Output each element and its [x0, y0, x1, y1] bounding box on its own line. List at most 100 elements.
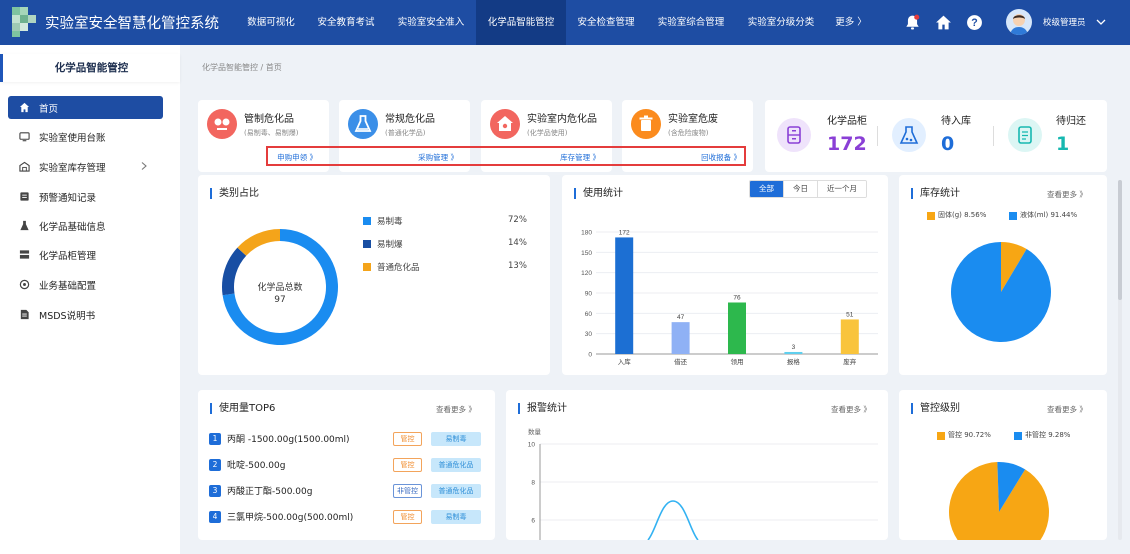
nav-safety-check[interactable]: 安全检查管理: [566, 0, 646, 45]
tab-month[interactable]: 近一个月: [817, 181, 866, 197]
legend-swatch: [363, 263, 371, 271]
stat-label: 化学品柜: [827, 116, 867, 127]
chemical-name: 三氯甲烷-500.00g(500.00ml): [227, 513, 354, 523]
legend-item: 管控 90.72%: [937, 430, 991, 440]
sidebar-item-inventory[interactable]: 实验室库存管理: [8, 155, 163, 178]
category-subtitle: (化学品使用): [527, 129, 568, 137]
stock-stats-panel: 库存统计 查看更多 》 固体(g) 8.56% 液体(ml) 91.44%: [899, 175, 1107, 375]
stock-pie-chart: [951, 242, 1051, 342]
control-level-tag: 管控: [393, 510, 422, 524]
scrollbar[interactable]: [1117, 180, 1123, 540]
sidebar-item-msds[interactable]: MSDS说明书: [8, 303, 163, 326]
avatar[interactable]: [1006, 9, 1032, 35]
legend-item: 易制毒: [363, 215, 403, 227]
bell-icon[interactable]: [904, 14, 921, 31]
sidebar-item-alerts[interactable]: 预警通知记录: [8, 185, 163, 208]
line-chart: 46810: [528, 442, 878, 540]
legend-item: 液体(ml) 91.44%: [1009, 210, 1077, 220]
x-tick-label: 借还: [674, 357, 688, 366]
list-item[interactable]: 1 丙酮 -1500.00g(1500.00ml) 管控 易制毒: [209, 431, 499, 449]
bar-报格: [784, 351, 803, 354]
category-title: 实验室内危化品: [527, 114, 597, 125]
stat-value: 1: [1056, 133, 1070, 155]
tab-all[interactable]: 全部: [750, 181, 783, 197]
top-nav-bar: 实验室安全智慧化管控系统 数据可视化 安全教育考试 实验室安全准入 化学品智能管…: [0, 0, 1130, 45]
sidebar: 化学品智能管控 首页 实验室使用台账 实验室库存管理 预警通知记录 化学品基础信…: [0, 45, 180, 554]
chemical-name: 丙酮 -1500.00g(1500.00ml): [227, 435, 350, 445]
sidebar-item-usage-ledger[interactable]: 实验室使用台账: [8, 125, 163, 148]
nav-lab-access[interactable]: 实验室安全准入: [386, 0, 476, 45]
monitor-icon: [19, 132, 30, 142]
sidebar-item-config[interactable]: 业务基础配置: [8, 273, 163, 296]
app-title: 实验室安全智慧化管控系统: [45, 16, 219, 32]
flask-icon: [20, 220, 29, 231]
sidebar-item-label: MSDS说明书: [39, 310, 96, 322]
bar-value-label: 47: [677, 314, 685, 321]
chevron-down-icon[interactable]: [1095, 16, 1107, 28]
chemical-type-tag: 易制毒: [431, 510, 481, 524]
sidebar-item-cabinet[interactable]: 化学品柜管理: [8, 243, 163, 266]
list-item[interactable]: 3 丙酸正丁酯-500.00g 非管控 普通危化品: [209, 483, 499, 501]
category-subtitle: (普通化学品): [385, 129, 426, 137]
control-level-tag: 管控: [393, 458, 422, 472]
help-icon[interactable]: ?: [966, 14, 983, 31]
bar-chart: 0 30 60 90 120 150 180 172 入库 47 借还 76 领用 3 报格 51 废弃: [581, 229, 878, 366]
x-tick-label: 报格: [787, 357, 801, 366]
bar-value-label: 51: [846, 311, 854, 318]
category-subtitle: (易制毒、易制爆): [244, 129, 299, 137]
view-more-link[interactable]: 查看更多 》: [831, 404, 871, 415]
x-tick-label: 废弃: [843, 357, 857, 366]
cabinet-icon: [777, 118, 811, 152]
view-more-link[interactable]: 查看更多 》: [1047, 404, 1087, 415]
y-tick-label: 30: [585, 331, 593, 338]
y-tick-label: 60: [585, 311, 593, 318]
trash-icon: [631, 109, 661, 139]
bar-value-label: 76: [733, 294, 741, 301]
category-title: 实验室危废: [668, 114, 718, 125]
list-item[interactable]: 4 三氯甲烷-500.00g(500.00ml) 管控 易制毒: [209, 509, 499, 527]
bar-领用: [728, 302, 746, 354]
sidebar-item-label: 化学品柜管理: [39, 250, 97, 262]
legend-swatch: [1009, 212, 1017, 220]
nav-more[interactable]: 更多 〉: [826, 0, 876, 45]
panel-title: 使用统计: [574, 188, 623, 199]
user-name[interactable]: 校级管理员: [1043, 16, 1086, 28]
sidebar-item-label: 实验室使用台账: [39, 132, 106, 144]
category-ratio-panel: 类别占比 化学品总数 97 易制毒 72% 易制爆 14% 普通危化品 13%: [198, 175, 550, 375]
chemical-type-tag: 普通危化品: [431, 484, 481, 498]
y-tick-label: 150: [581, 250, 592, 257]
category-title: 管制危化品: [244, 114, 294, 125]
sidebar-item-label: 首页: [39, 103, 59, 115]
legend-value: 72%: [508, 215, 527, 225]
view-more-link[interactable]: 查看更多 》: [1047, 189, 1087, 200]
sidebar-item-home[interactable]: 首页: [8, 96, 163, 119]
legend-swatch: [927, 212, 935, 220]
bar-借还: [671, 322, 690, 354]
panel-title: 管控级别: [911, 403, 960, 414]
logo-icon: [12, 7, 36, 37]
x-tick-label: 领用: [731, 357, 744, 366]
chemical-name: 吡啶-500.00g: [227, 461, 286, 471]
nav-lab-manage[interactable]: 实验室综合管理: [646, 0, 736, 45]
x-tick-label: 入库: [618, 357, 632, 366]
sidebar-header: 化学品智能管控: [0, 54, 180, 82]
list-item[interactable]: 2 吡啶-500.00g 管控 普通危化品: [209, 457, 499, 475]
sidebar-item-chem-info[interactable]: 化学品基础信息: [8, 214, 163, 237]
bar-value-label: 172: [619, 229, 630, 236]
legend-item: 易制爆: [363, 238, 403, 250]
panel-title: 库存统计: [911, 188, 960, 199]
nav-lab-classify[interactable]: 实验室分级分类: [736, 0, 826, 45]
legend-swatch: [363, 217, 371, 225]
legend-item: 固体(g) 8.56%: [927, 210, 986, 220]
legend-swatch: [363, 240, 371, 248]
breadcrumb[interactable]: 化学品智能管控 / 首页: [202, 62, 282, 73]
home-icon[interactable]: [935, 14, 952, 31]
view-more-link[interactable]: 查看更多 》: [436, 404, 476, 415]
tab-today[interactable]: 今日: [783, 181, 817, 197]
nav-data-visual[interactable]: 数据可视化: [236, 0, 306, 45]
legend-swatch: [937, 432, 945, 440]
sidebar-item-label: 业务基础配置: [39, 280, 97, 292]
nav-chem-control[interactable]: 化学品智能管控: [476, 0, 566, 45]
y-tick-label: 120: [581, 270, 592, 277]
nav-safety-exam[interactable]: 安全教育考试: [306, 0, 386, 45]
